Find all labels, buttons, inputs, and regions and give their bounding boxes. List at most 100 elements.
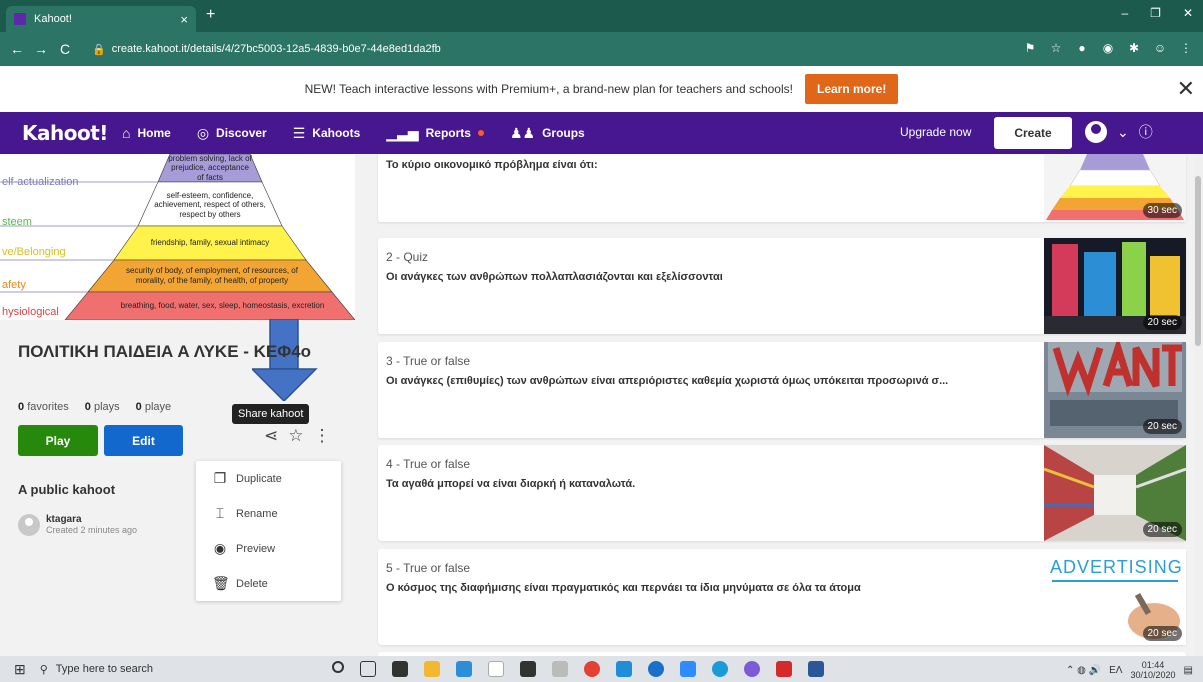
new-tab-icon[interactable]: +: [206, 6, 215, 24]
forward-icon[interactable]: →: [34, 41, 48, 57]
question-text: Οι ανάγκες (επιθυμίες) των ανθρώπων είνα…: [386, 375, 949, 387]
pyramid-label-esteem: steem: [2, 216, 32, 228]
maximize-icon[interactable]: ❐: [1150, 6, 1161, 20]
chevron-down-icon[interactable]: ⌄: [1117, 124, 1129, 141]
close-banner-icon[interactable]: ✕: [1177, 76, 1195, 102]
word-icon[interactable]: [807, 661, 824, 677]
page-scrollbar[interactable]: [1193, 154, 1203, 656]
create-button[interactable]: Create: [994, 117, 1072, 149]
promo-text: NEW! Teach interactive lessons with Prem…: [304, 82, 793, 96]
question-card[interactable]: 3 - True or false Οι ανάγκες (επιθυμίες)…: [378, 342, 1186, 438]
author-info: ktagara Created 2 minutes ago: [18, 514, 137, 536]
edit-button[interactable]: Edit: [104, 425, 183, 456]
players-label: playe: [144, 401, 172, 413]
info-icon[interactable]: ⓘ: [1139, 122, 1153, 142]
pyramid-level-2: self-esteem, confidence, achievement, re…: [154, 190, 266, 219]
kahoot-title: ΠΟΛΙΤΙΚΗ ΠΑΙΔΕΙΑ Α ΛΥΚΕ - ΚΕΦ4ο: [18, 342, 312, 361]
extension-icon[interactable]: ●: [1075, 41, 1089, 55]
list-icon: ☰: [292, 124, 306, 141]
cortana-icon[interactable]: [331, 661, 344, 673]
question-time-badge: 20 sec: [1142, 626, 1182, 641]
record-icon[interactable]: ◉: [1101, 41, 1115, 55]
learn-more-button[interactable]: Learn more!: [804, 74, 899, 104]
question-type: 4 - True or false: [386, 457, 471, 471]
question-text: Το κύριο οικονομικό πρόβλημα είναι ότι:: [386, 159, 598, 171]
top-navigation: Kahoot! ⌂ Home ◎ Discover ☰ Kahoots ▁▃▅ Repo…: [0, 112, 1203, 154]
url-field[interactable]: 🔒 create.kahoot.it/details/4/27bc5003-12…: [92, 43, 441, 56]
tray-icons[interactable]: ⌃ ◍ 🔊: [1066, 665, 1101, 676]
nav-kahoots-label: Kahoots: [312, 126, 361, 140]
main-content: problem solving, lack of prejudice, acce…: [0, 154, 1203, 656]
nav-reports-label: Reports: [425, 126, 471, 140]
share-icon[interactable]: ⋖: [264, 426, 278, 446]
browser-tab[interactable]: Kahoot! ×: [6, 6, 196, 32]
store-icon[interactable]: [391, 661, 408, 677]
nav-kahoots[interactable]: ☰ Kahoots: [293, 125, 361, 142]
author-name[interactable]: ktagara: [46, 514, 137, 525]
app-icon[interactable]: [711, 661, 728, 677]
close-tab-icon[interactable]: ×: [180, 12, 188, 27]
pyramid-label-self-actualization: elf-actualization: [2, 176, 79, 188]
user-avatar-icon: [1085, 121, 1107, 143]
mail-icon[interactable]: [455, 661, 472, 677]
bookmark-star-icon[interactable]: ☆: [1049, 41, 1063, 55]
zoom-icon[interactable]: [679, 661, 696, 677]
play-button[interactable]: Play: [18, 425, 98, 456]
more-menu-icon[interactable]: ⋮: [1179, 41, 1193, 55]
kahoot-logo[interactable]: Kahoot!: [22, 121, 122, 145]
pyramid-label-safety: afety: [2, 279, 26, 291]
question-card[interactable]: 4 - True or false Τα αγαθά μπορεί να είν…: [378, 445, 1186, 541]
menu-item-duplicate-label: Duplicate: [236, 472, 282, 485]
chrome-icon[interactable]: [583, 661, 600, 677]
task-view-icon[interactable]: [359, 661, 376, 677]
menu-item-duplicate[interactable]: ❐ Duplicate: [196, 461, 341, 496]
favorites-label: favorites: [27, 401, 69, 413]
edge-icon[interactable]: [647, 661, 664, 677]
upgrade-now-link[interactable]: Upgrade now: [900, 125, 971, 139]
question-image: ADVERTISING 20 sec: [1044, 549, 1186, 645]
players-stat: 0 playe: [136, 401, 171, 413]
menu-item-delete[interactable]: 🗑 Delete: [196, 566, 341, 601]
menu-item-rename[interactable]: ⌶ Rename: [196, 496, 341, 531]
puzzle-icon[interactable]: ✱: [1127, 41, 1141, 55]
favorites-count: 0: [18, 401, 25, 413]
file-explorer-icon[interactable]: [423, 661, 440, 677]
taskbar-search[interactable]: ⚲ Type here to search: [40, 659, 272, 679]
nav-reports[interactable]: ▁▃▅ Reports: [386, 125, 484, 142]
question-image: 20 sec: [1044, 342, 1186, 438]
acrobat-icon[interactable]: [775, 661, 792, 677]
kahoot-actions: ⋖ ☆ ⋮: [264, 426, 331, 446]
question-card[interactable]: 1 - Quiz Το κύριο οικονομικό πρόβλημα εί…: [378, 154, 1186, 222]
advertising-image-text: ADVERTISING: [1050, 557, 1183, 577]
pyramid-label-belonging: ve/Belonging: [2, 246, 66, 258]
scrollbar-thumb[interactable]: [1195, 176, 1201, 346]
minimize-icon[interactable]: –: [1121, 6, 1128, 20]
input-language[interactable]: ΕΛ: [1109, 665, 1122, 676]
favorites-stat: 0 favorites: [18, 401, 69, 413]
question-card[interactable]: 2 - Quiz Οι ανάγκες των ανθρώπων πολλαπλ…: [378, 238, 1186, 334]
nav-discover[interactable]: ◎ Discover: [197, 125, 267, 142]
settings-icon[interactable]: [551, 661, 568, 677]
menu-item-preview[interactable]: ◉ Preview: [196, 531, 341, 566]
nav-groups[interactable]: ♟♟ Groups: [510, 125, 585, 142]
clock[interactable]: 01:44 30/10/2020: [1131, 660, 1176, 680]
question-card[interactable]: 5 - True or false Ο κόσμος της διαφήμιση…: [378, 549, 1186, 645]
translate-icon[interactable]: ⚑: [1023, 41, 1037, 55]
back-icon[interactable]: ←: [10, 41, 24, 57]
more-options-icon[interactable]: ⋮: [314, 426, 331, 446]
reload-icon[interactable]: C: [58, 41, 72, 57]
skype-icon[interactable]: [615, 661, 632, 677]
favorite-star-icon[interactable]: ☆: [288, 426, 303, 446]
close-window-icon[interactable]: ✕: [1183, 6, 1193, 20]
dropbox-icon[interactable]: [519, 661, 536, 677]
nav-home[interactable]: ⌂ Home: [122, 125, 171, 141]
author-avatar-icon: [18, 514, 40, 536]
notepad-icon[interactable]: [487, 661, 504, 677]
profile-avatar-icon[interactable]: ☺: [1153, 41, 1167, 55]
window-controls: – ❐ ✕: [1121, 6, 1193, 20]
viber-icon[interactable]: [743, 661, 760, 677]
browser-tab-strip: Kahoot! × + – ❐ ✕: [0, 0, 1203, 32]
notifications-icon[interactable]: ▤: [1184, 665, 1193, 676]
windows-start-icon[interactable]: ⊞: [14, 661, 26, 678]
profile-area[interactable]: ⌄ ⓘ: [1085, 121, 1153, 143]
